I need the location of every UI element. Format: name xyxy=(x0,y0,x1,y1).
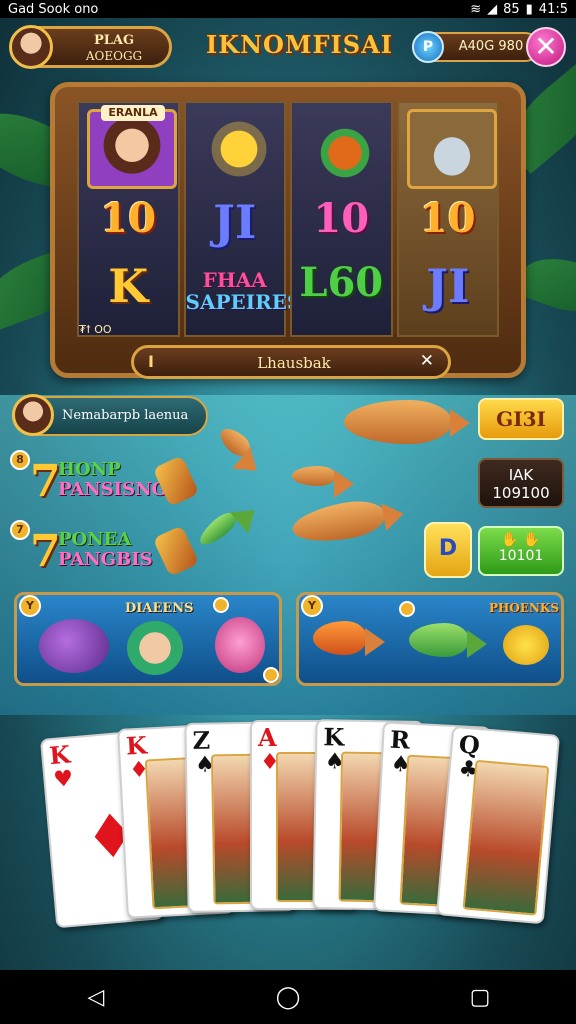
wild-line-1: FHAA xyxy=(202,268,267,292)
feature-line-1: PONEA xyxy=(58,529,132,550)
fish-panel[interactable]: Y PHOENKS xyxy=(296,592,564,686)
fruit-icon xyxy=(300,109,390,189)
panel-mini-badge xyxy=(213,597,229,613)
decrease-bet-button[interactable]: I xyxy=(148,352,154,371)
lucky-seven-icon: 7 xyxy=(30,526,61,577)
coin-icon: P xyxy=(412,31,444,63)
collect-button[interactable]: GI3I xyxy=(478,398,564,440)
panel-mini-badge xyxy=(399,601,415,617)
card-rank: K xyxy=(125,730,148,761)
feature-text: PONEA PANGBIS xyxy=(58,530,153,570)
reel-3[interactable]: 10 L60 xyxy=(290,101,393,337)
system-nav-bar: ◁ ◯ ▢ xyxy=(0,970,576,1024)
mermaid-face-icon xyxy=(127,621,183,675)
wifi-icon: ≋ xyxy=(470,1,482,17)
player-profile[interactable]: PLAG AOEOGG xyxy=(9,25,172,69)
lucky-seven-icon: 7 xyxy=(30,456,61,507)
status-left-text: Gad Sook ono xyxy=(8,1,99,17)
avatar xyxy=(12,394,54,436)
reel-2[interactable]: JI FHAA SAPEIRES xyxy=(183,101,302,337)
clock: 41:5 xyxy=(538,1,568,17)
reel-symbol: K xyxy=(108,259,149,313)
woman-portrait-icon xyxy=(87,109,177,189)
game-title: IKNOMFISAI xyxy=(206,30,393,59)
status-bar: Gad Sook ono ≋ ◢ 85 ▮ 41:5 xyxy=(0,0,576,18)
battery-icon: ▮ xyxy=(525,1,533,17)
panel-badge: Y xyxy=(301,595,323,617)
panel-badge: Y xyxy=(19,595,41,617)
avatar[interactable] xyxy=(9,25,53,69)
play-value: 10101 xyxy=(498,548,544,564)
back-icon[interactable]: ◁ xyxy=(56,985,136,1010)
feature-line-1: HONP xyxy=(58,459,121,480)
panel-mini-badge xyxy=(263,667,279,683)
play-button[interactable]: ✋ ✋ 10101 xyxy=(478,526,564,576)
reel-symbol: 10 xyxy=(100,195,157,242)
fish-with-hat-icon xyxy=(406,109,497,189)
card-hand: K ♥ ♦ K ♦ Z ♠ A ♦ K ♠ R ♠ Q ♣ xyxy=(0,712,576,962)
hand-icon: ✋ ✋ xyxy=(501,532,541,548)
slot-reels: ERANLA 10 K JI FHAA SAPEIRES 10 L60 10 J… xyxy=(77,101,499,337)
reel-top-label: ERANLA xyxy=(101,105,165,121)
signal-icon: ◢ xyxy=(487,1,498,17)
card-rank: K xyxy=(323,722,345,752)
stats-value: 109100 xyxy=(492,484,550,502)
card-rank: Q xyxy=(457,729,482,761)
reel-symbol: 10 xyxy=(419,195,476,242)
slot-machine-frame: ERANLA 10 K JI FHAA SAPEIRES 10 L60 10 J… xyxy=(50,82,526,379)
feature-line-2: PANGBIS xyxy=(58,549,153,570)
feature-row-2[interactable]: 7 7 PONEA PANGBIS xyxy=(10,520,202,577)
wild-line-2: SAPEIRES xyxy=(185,290,302,314)
jackpot-banner[interactable]: Nemabarpb laenua xyxy=(12,394,208,436)
reel-symbol: 10 xyxy=(313,195,370,242)
feature-badge: 7 xyxy=(10,520,30,540)
spin-bar[interactable]: I Lhausbak ✕ xyxy=(131,345,451,379)
coin-balance[interactable]: P A40G 980 xyxy=(412,31,540,63)
increase-bet-button[interactable]: ✕ xyxy=(420,351,434,371)
playing-card[interactable]: Q ♣ xyxy=(435,725,561,925)
card-rank: K xyxy=(48,739,72,771)
reel-symbol: JI xyxy=(213,195,257,249)
heart-icon: ♥ xyxy=(52,766,75,793)
reel-footer-text: ₮ꝉ OO xyxy=(79,323,112,336)
feature-badge: 8 xyxy=(10,450,30,470)
creatures-panel[interactable]: Y DIAEENS xyxy=(14,592,282,686)
purple-fish-icon xyxy=(39,619,109,673)
card-rank: R xyxy=(389,724,411,755)
card-rank: Z xyxy=(192,725,211,755)
feature-text: HONP PANSISNG xyxy=(58,460,167,500)
recent-apps-icon[interactable]: ▢ xyxy=(440,985,520,1010)
reel-4[interactable]: 10 JI xyxy=(396,101,499,337)
bottle-icon xyxy=(152,525,200,577)
feature-line-2: PANSISNG xyxy=(58,479,167,500)
top-bar: PLAG AOEOGG IKNOMFISAI P A40G 980 ✕ xyxy=(0,22,576,72)
jackpot-text: Nemabarpb laenua xyxy=(62,408,189,423)
feature-row-1[interactable]: 8 7 HONP PANSISNG xyxy=(10,450,202,507)
reel-symbol: L60 xyxy=(299,259,384,306)
spin-label: Lhausbak xyxy=(257,354,331,372)
close-button[interactable]: ✕ xyxy=(526,27,566,67)
reel-symbol: JI xyxy=(426,259,470,313)
stats-button[interactable]: IAK 109100 xyxy=(478,458,564,508)
queen-face-art xyxy=(462,759,550,916)
player-name: PLAG xyxy=(93,33,135,48)
pink-creature-icon xyxy=(215,617,265,673)
green-fish-icon xyxy=(409,623,487,658)
coin-amount: A40G 980 xyxy=(458,39,524,54)
yellow-fish-icon xyxy=(503,625,549,665)
fish-icon xyxy=(292,466,354,498)
sun-creature-icon xyxy=(193,109,284,189)
orange-fish-icon xyxy=(313,621,385,656)
info-button[interactable]: D xyxy=(424,522,472,578)
battery-level: 85 xyxy=(503,1,520,17)
panel-title: DIAEENS xyxy=(125,601,194,616)
panel-title: PHOENKS xyxy=(489,601,560,615)
home-icon[interactable]: ◯ xyxy=(248,985,328,1010)
player-level: AOEOGG xyxy=(85,49,143,63)
stats-label: IAK xyxy=(508,466,534,484)
reel-1[interactable]: ERANLA 10 K xyxy=(77,101,180,337)
card-rank: A xyxy=(258,723,277,752)
reel-wild-symbol: FHAA SAPEIRES xyxy=(186,268,302,313)
